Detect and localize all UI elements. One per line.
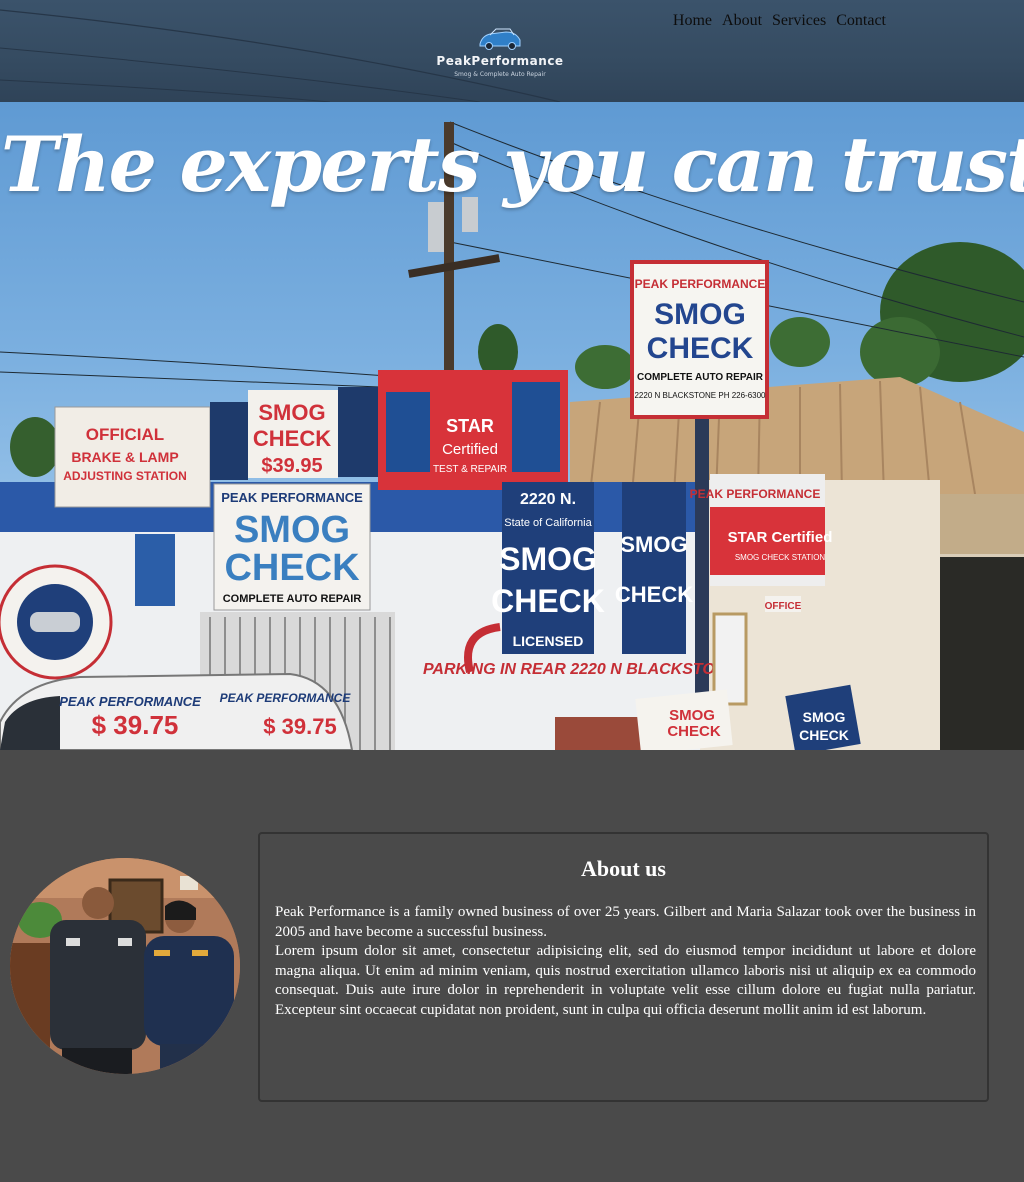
svg-text:PEAK PERFORMANCE: PEAK PERFORMANCE: [221, 490, 363, 505]
svg-text:COMPLETE AUTO REPAIR: COMPLETE AUTO REPAIR: [637, 372, 764, 383]
svg-text:OFFICE: OFFICE: [765, 601, 802, 612]
about-section: About us Peak Performance is a family ow…: [258, 832, 989, 1102]
svg-text:$ 39.75: $ 39.75: [263, 714, 336, 739]
about-title: About us: [581, 856, 666, 881]
svg-text:CHECK: CHECK: [253, 426, 331, 451]
logo-tagline: Smog & Complete Auto Repair: [454, 71, 546, 78]
svg-text:SMOG: SMOG: [499, 541, 597, 577]
svg-text:2220 N.: 2220 N.: [520, 491, 576, 508]
svg-text:PEAK PERFORMANCE: PEAK PERFORMANCE: [59, 694, 201, 709]
car-icon: [479, 28, 521, 50]
owners-photo: [10, 858, 240, 1074]
svg-text:SMOG: SMOG: [669, 707, 715, 724]
van: PEAK PERFORMANCE $ 39.75 PEAK PERFORMANC…: [0, 672, 354, 750]
svg-text:Certified: Certified: [442, 441, 498, 458]
svg-text:CHECK: CHECK: [667, 723, 721, 740]
svg-text:COMPLETE AUTO REPAIR: COMPLETE AUTO REPAIR: [223, 593, 362, 605]
svg-text:LICENSED: LICENSED: [513, 633, 584, 649]
svg-text:SMOG: SMOG: [234, 509, 350, 551]
about-paragraph-1: Peak Performance is a family owned busin…: [275, 904, 976, 940]
owners-illustration: [10, 858, 240, 1074]
svg-text:PEAK PERFORMANCE: PEAK PERFORMANCE: [635, 277, 766, 291]
svg-text:2220 N BLACKSTONE PH 226-6300: 2220 N BLACKSTONE PH 226-6300: [634, 391, 766, 400]
about-text: Peak Performance is a family owned busin…: [275, 903, 976, 1020]
svg-text:CHECK: CHECK: [799, 727, 849, 743]
svg-text:$ 39.75: $ 39.75: [92, 710, 179, 740]
svg-text:State of California: State of California: [504, 517, 592, 529]
svg-text:STAR Certified: STAR Certified: [728, 529, 833, 546]
svg-text:CHECK: CHECK: [615, 582, 693, 607]
svg-text:ADJUSTING STATION: ADJUSTING STATION: [63, 469, 187, 483]
hero-banner: OFFICIAL BRAKE & LAMP ADJUSTING STATION …: [0, 102, 1024, 750]
sign-smog-price: $39.95: [261, 455, 322, 477]
svg-text:PEAK PERFORMANCE: PEAK PERFORMANCE: [220, 691, 352, 705]
site-logo[interactable]: PeakPerformance Smog & Complete Auto Rep…: [425, 28, 575, 84]
svg-text:SMOG: SMOG: [654, 298, 746, 331]
hero-title: The experts you can trust: [0, 120, 1024, 209]
svg-text:CHECK: CHECK: [491, 583, 605, 619]
svg-text:CHECK: CHECK: [647, 332, 754, 365]
svg-text:TEST & REPAIR: TEST & REPAIR: [433, 464, 507, 475]
logo-name: PeakPerformance: [436, 54, 564, 68]
svg-text:SMOG: SMOG: [258, 400, 325, 425]
svg-text:SMOG: SMOG: [803, 709, 846, 725]
svg-text:SMOG CHECK STATION: SMOG CHECK STATION: [735, 553, 826, 562]
svg-text:CHECK: CHECK: [224, 547, 360, 589]
nav-about-link[interactable]: About: [722, 12, 762, 30]
site-header: Home About Services Contact PeakPerforma…: [0, 0, 1024, 102]
about-paragraph-2: Lorem ipsum dolor sit amet, consectetur …: [275, 943, 976, 1018]
sign-official: OFFICIAL: [86, 425, 164, 444]
svg-text:PEAK PERFORMANCE: PEAK PERFORMANCE: [690, 487, 821, 501]
nav-home-link[interactable]: Home: [673, 12, 712, 30]
svg-text:BRAKE & LAMP: BRAKE & LAMP: [71, 449, 178, 465]
nav-contact-link[interactable]: Contact: [836, 12, 886, 30]
nav-services-link[interactable]: Services: [772, 12, 826, 30]
main-nav: Home About Services Contact: [673, 12, 886, 30]
svg-text:STAR: STAR: [446, 416, 494, 436]
svg-text:SMOG: SMOG: [620, 532, 687, 557]
